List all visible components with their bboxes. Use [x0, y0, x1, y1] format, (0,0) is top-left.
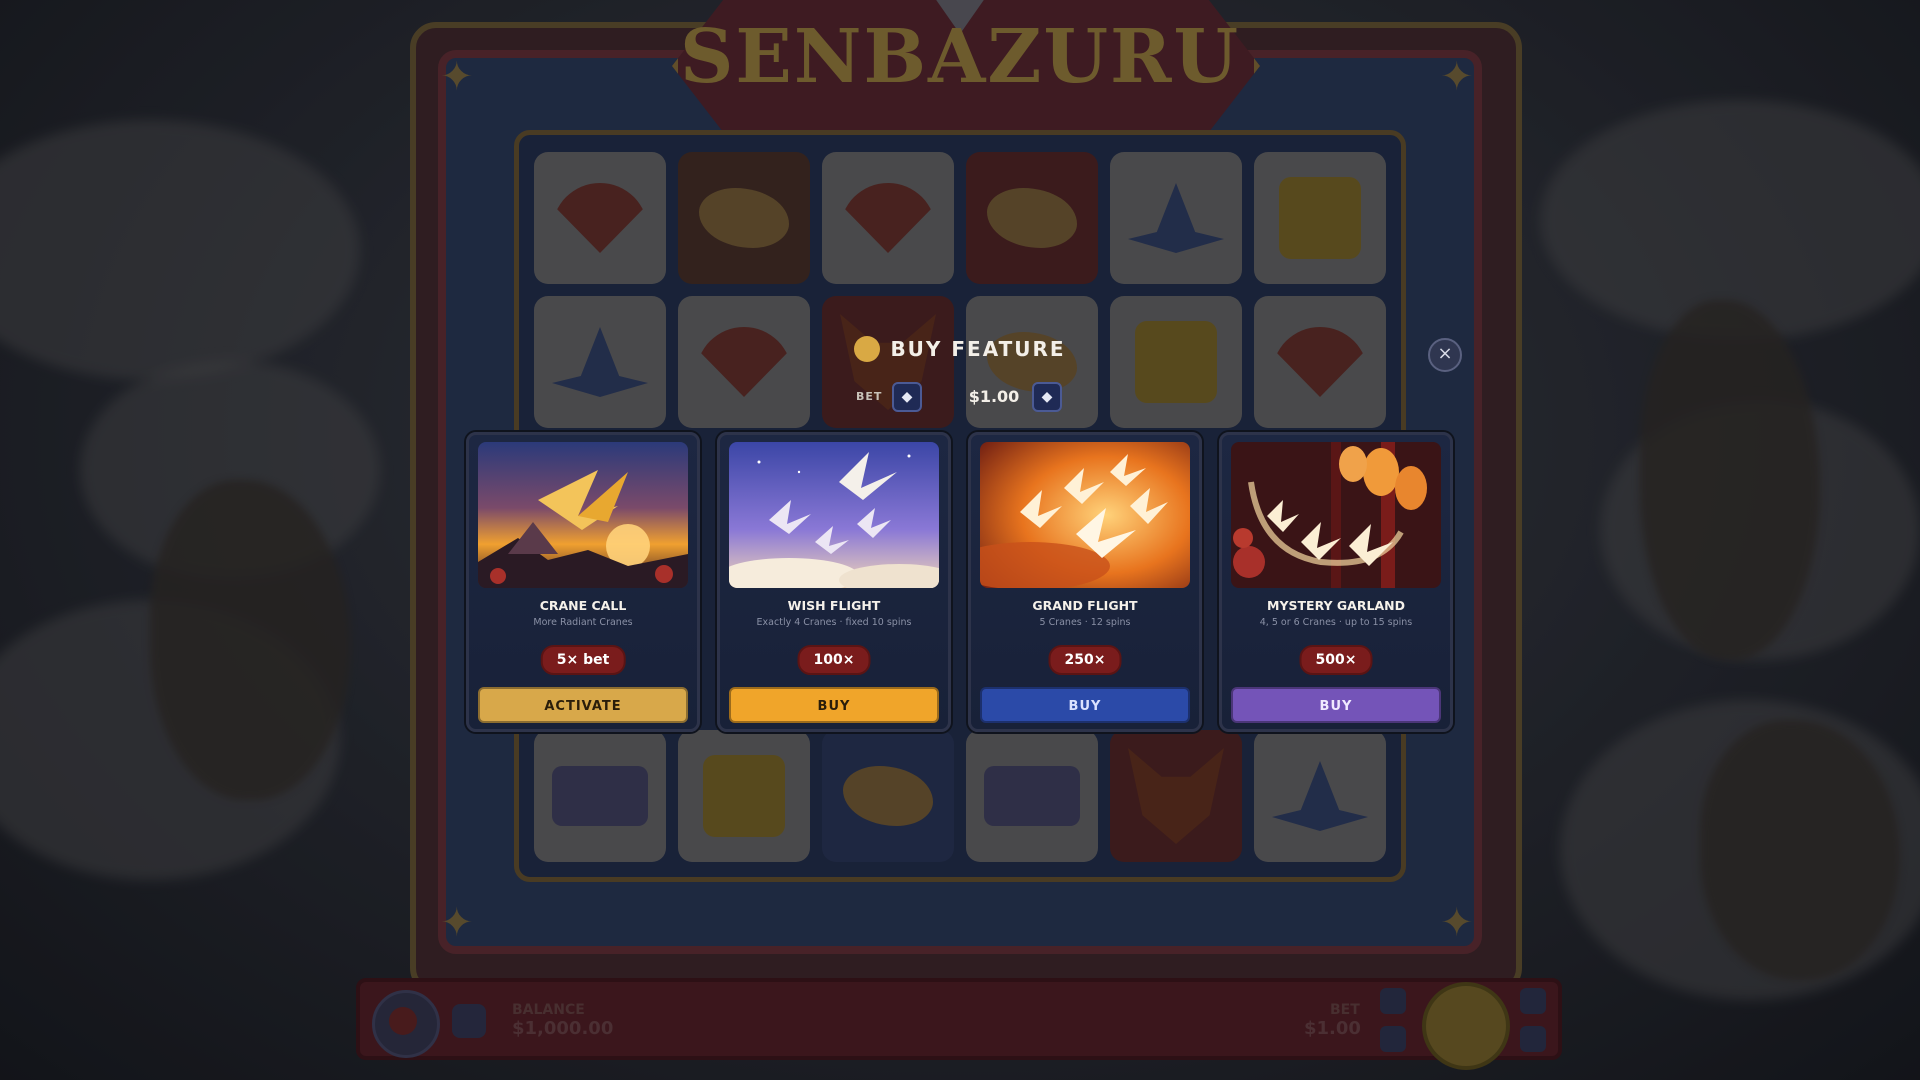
feature-card-grand-flight: GRAND FLIGHT 5 Cranes · 12 spins 250× BU… — [968, 432, 1202, 732]
feature-subtitle: 4, 5 or 6 Cranes · up to 15 spins — [1259, 617, 1413, 628]
feature-card-mystery-garland: MYSTERY GARLAND 4, 5 or 6 Cranes · up to… — [1219, 432, 1453, 732]
feature-card-crane-call: CRANE CALL More Radiant Cranes 5× bet AC… — [466, 432, 700, 732]
feature-subtitle: Exactly 4 Cranes · fixed 10 spins — [756, 617, 912, 628]
buy-button[interactable]: BUY — [729, 687, 939, 723]
feature-subtitle: 5 Cranes · 12 spins — [1039, 617, 1131, 628]
feature-price-badge: 100× — [797, 645, 871, 675]
wish-flight-image — [729, 442, 939, 588]
modal-header: BUY FEATURE — [0, 336, 1920, 362]
feature-card-wish-flight: WISH FLIGHT Exactly 4 Cranes · fixed 10 … — [717, 432, 951, 732]
feature-name: GRAND FLIGHT — [1032, 598, 1138, 613]
coin-icon — [854, 336, 881, 362]
bet-increase-button[interactable]: ◆ — [1032, 382, 1062, 412]
close-button[interactable]: × — [1428, 338, 1462, 372]
feature-subtitle: More Radiant Cranes — [533, 617, 633, 628]
buy-button[interactable]: BUY — [1231, 687, 1441, 723]
feature-price-badge: 5× bet — [540, 645, 626, 675]
bet-decrease-button[interactable]: ◆ — [892, 382, 922, 412]
modal-title: BUY FEATURE — [890, 337, 1066, 361]
mystery-garland-image — [1231, 442, 1441, 588]
bet-value: $1.00 — [968, 387, 1020, 406]
feature-name: CRANE CALL — [539, 598, 627, 613]
bet-label: BET — [856, 390, 883, 403]
feature-name: WISH FLIGHT — [787, 598, 881, 613]
feature-name: MYSTERY GARLAND — [1267, 598, 1405, 613]
feature-price-badge: 250× — [1048, 645, 1122, 675]
buy-button[interactable]: BUY — [980, 687, 1190, 723]
crane-call-image — [478, 442, 688, 588]
feature-price-badge: 500× — [1299, 645, 1373, 675]
activate-button[interactable]: ACTIVATE — [478, 687, 688, 723]
grand-flight-image — [980, 442, 1190, 588]
modal-backdrop[interactable] — [0, 0, 1920, 1080]
